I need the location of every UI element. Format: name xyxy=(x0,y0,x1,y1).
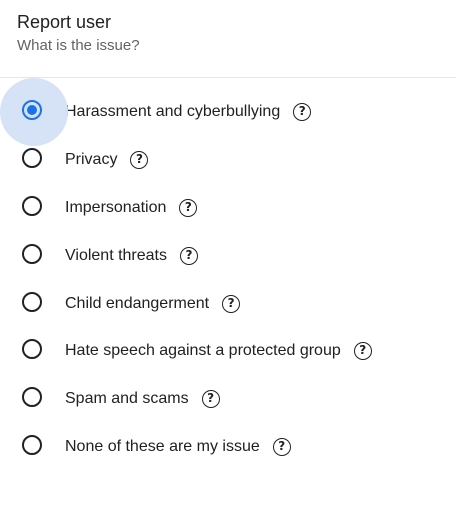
radio-container[interactable] xyxy=(0,280,68,328)
radio-container[interactable] xyxy=(0,136,68,184)
help-circle-icon[interactable]: ? xyxy=(130,150,149,169)
option-label: Violent threats xyxy=(65,246,167,264)
option-harassment[interactable]: Harassment and cyberbullying ? xyxy=(0,78,456,146)
dialog-title: Report user xyxy=(17,12,112,32)
radio-button-harassment[interactable] xyxy=(22,100,42,120)
header-divider xyxy=(0,77,456,78)
option-label: Spam and scams xyxy=(65,390,189,408)
option-hate-speech[interactable]: Hate speech against a protected group ? xyxy=(0,327,456,375)
option-privacy[interactable]: Privacy ? xyxy=(0,136,456,184)
option-label: None of these are my issue xyxy=(65,438,260,456)
help-circle-icon[interactable]: ? xyxy=(201,390,220,409)
help-circle-icon[interactable]: ? xyxy=(222,294,241,313)
option-label: Hate speech against a protected group xyxy=(65,342,341,360)
help-circle-icon[interactable]: ? xyxy=(353,342,372,361)
help-circle-icon[interactable]: ? xyxy=(179,198,198,217)
dialog-header: Report user What is the issue? xyxy=(17,10,456,56)
help-circle-icon[interactable]: ? xyxy=(293,102,312,121)
option-none-of-these[interactable]: None of these are my issue ? xyxy=(0,423,456,471)
radio-button-hate-speech[interactable] xyxy=(22,339,42,360)
option-label: Child endangerment xyxy=(65,294,210,312)
option-label: Impersonation xyxy=(65,198,167,216)
radio-button-privacy[interactable] xyxy=(22,147,42,168)
radio-container[interactable] xyxy=(0,375,68,423)
radio-button-none-of-these[interactable] xyxy=(22,435,42,456)
radio-button-child-endangerment[interactable] xyxy=(22,291,42,312)
radio-container[interactable] xyxy=(0,327,68,375)
radio-container[interactable] xyxy=(0,78,68,146)
option-violent-threats[interactable]: Violent threats ? xyxy=(0,232,456,280)
dialog-subtitle: What is the issue? xyxy=(17,37,140,54)
option-spam-and-scams[interactable]: Spam and scams ? xyxy=(0,375,456,423)
radio-container[interactable] xyxy=(0,423,68,471)
radio-button-spam-and-scams[interactable] xyxy=(22,387,42,408)
option-child-endangerment[interactable]: Child endangerment ? xyxy=(0,280,456,328)
radio-button-violent-threats[interactable] xyxy=(22,243,42,264)
option-impersonation[interactable]: Impersonation ? xyxy=(0,184,456,232)
help-circle-icon[interactable]: ? xyxy=(180,246,198,265)
help-circle-icon[interactable]: ? xyxy=(272,438,291,457)
option-label: Harassment and cyberbullying xyxy=(65,102,281,120)
radio-container[interactable] xyxy=(0,184,68,232)
option-label: Privacy xyxy=(65,150,118,168)
report-options-radio-group: Harassment and cyberbullying ? Privacy ?… xyxy=(0,78,456,471)
radio-button-impersonation[interactable] xyxy=(22,195,42,216)
radio-container[interactable] xyxy=(0,232,68,280)
